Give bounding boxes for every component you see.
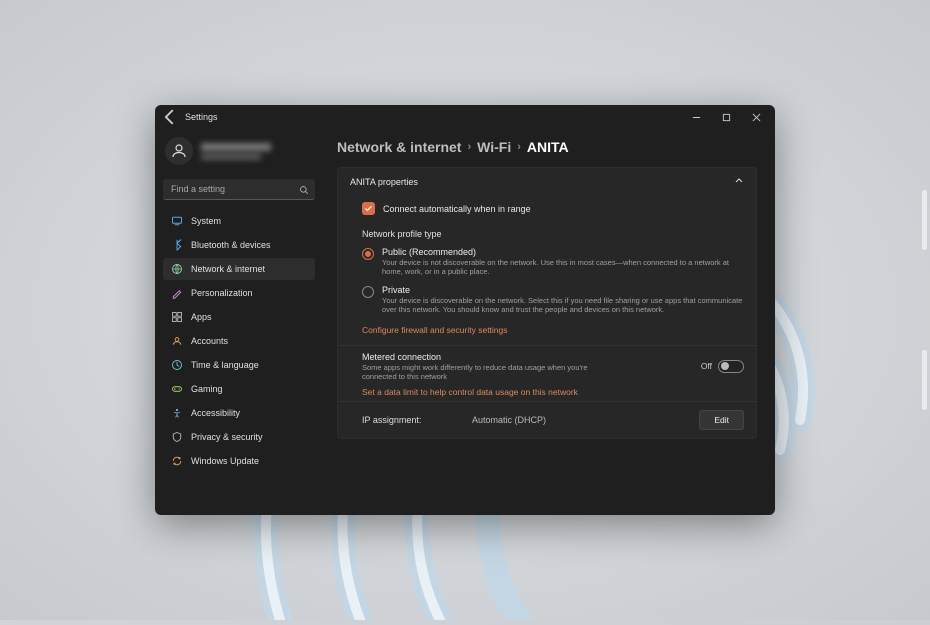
main-content: Network & internet › Wi-Fi › ANITA ANITA… [323, 129, 775, 515]
update-icon [171, 455, 183, 467]
sidebar-item-time-language[interactable]: Time & language [163, 354, 315, 376]
breadcrumb-wifi[interactable]: Wi-Fi [477, 139, 511, 155]
sidebar-item-label: Windows Update [191, 456, 259, 466]
bluetooth-icon [171, 239, 183, 251]
chevron-right-icon: › [517, 141, 521, 153]
page-scrollbar-thumb[interactable] [922, 350, 927, 410]
connect-auto-label: Connect automatically when in range [383, 204, 531, 214]
sidebar-item-apps[interactable]: Apps [163, 306, 315, 328]
search-icon [299, 185, 309, 195]
gaming-icon [171, 383, 183, 395]
sidebar-item-label: Privacy & security [191, 432, 263, 442]
divider [338, 345, 756, 346]
sidebar-item-label: Bluetooth & devices [191, 240, 271, 250]
sidebar-item-network[interactable]: Network & internet [163, 258, 315, 280]
titlebar: Settings [155, 105, 775, 129]
apps-icon [171, 311, 183, 323]
card-title: ANITA properties [350, 177, 418, 187]
accounts-icon [171, 335, 183, 347]
data-limit-link[interactable]: Set a data limit to help control data us… [362, 381, 744, 401]
chevron-right-icon: › [467, 141, 471, 153]
minimize-button[interactable] [681, 105, 711, 129]
search-input[interactable] [163, 179, 315, 200]
ip-assignment-row: IP assignment: Automatic (DHCP) Edit [338, 401, 756, 438]
profile-type-label: Network profile type [362, 225, 744, 245]
avatar-icon [165, 137, 193, 165]
edit-button[interactable]: Edit [699, 410, 744, 430]
sidebar-item-label: System [191, 216, 221, 226]
sidebar-item-label: Network & internet [191, 264, 265, 274]
sidebar-item-privacy[interactable]: Privacy & security [163, 426, 315, 448]
radio-private-title: Private [382, 285, 744, 295]
toggle-off-icon[interactable] [718, 360, 744, 373]
user-account-row[interactable] [163, 135, 315, 173]
sidebar-item-accounts[interactable]: Accounts [163, 330, 315, 352]
network-icon [171, 263, 183, 275]
properties-card: ANITA properties Connect automatically w… [337, 167, 757, 439]
sidebar-item-label: Accounts [191, 336, 228, 346]
system-icon [171, 215, 183, 227]
radio-public-title: Public (Recommended) [382, 247, 744, 257]
user-text-blurred [201, 143, 271, 160]
sidebar: System Bluetooth & devices Network & int… [155, 129, 323, 515]
window-title: Settings [185, 112, 218, 122]
sidebar-item-gaming[interactable]: Gaming [163, 378, 315, 400]
radio-private-row[interactable]: Private Your device is discoverable on t… [362, 283, 744, 321]
radio-selected-icon[interactable] [362, 248, 374, 260]
metered-row: Metered connection Some apps might work … [362, 352, 744, 382]
shield-icon [171, 431, 183, 443]
sidebar-item-bluetooth[interactable]: Bluetooth & devices [163, 234, 315, 256]
maximize-button[interactable] [711, 105, 741, 129]
toggle-state-label: Off [701, 361, 712, 371]
chevron-up-icon [734, 176, 744, 188]
radio-public-row[interactable]: Public (Recommended) Your device is not … [362, 245, 744, 283]
accessibility-icon [171, 407, 183, 419]
search-container [163, 179, 315, 200]
radio-public-desc: Your device is not discoverable on the n… [382, 258, 744, 277]
metered-desc: Some apps might work differently to redu… [362, 363, 622, 382]
sidebar-item-accessibility[interactable]: Accessibility [163, 402, 315, 424]
time-language-icon [171, 359, 183, 371]
sidebar-item-label: Apps [191, 312, 212, 322]
personalization-icon [171, 287, 183, 299]
sidebar-item-label: Personalization [191, 288, 253, 298]
settings-window: Settings [155, 105, 775, 515]
breadcrumb-network[interactable]: Network & internet [337, 139, 461, 155]
firewall-link[interactable]: Configure firewall and security settings [362, 321, 744, 339]
breadcrumb-current: ANITA [527, 139, 569, 155]
ip-label: IP assignment: [362, 415, 472, 425]
sidebar-item-label: Accessibility [191, 408, 240, 418]
sidebar-item-label: Time & language [191, 360, 259, 370]
back-button[interactable] [159, 106, 181, 128]
sidebar-item-windows-update[interactable]: Windows Update [163, 450, 315, 472]
sidebar-item-system[interactable]: System [163, 210, 315, 232]
metered-toggle[interactable]: Off [701, 360, 744, 373]
radio-unselected-icon[interactable] [362, 286, 374, 298]
checkbox-checked-icon[interactable] [362, 202, 375, 215]
connect-auto-row[interactable]: Connect automatically when in range [362, 196, 744, 225]
radio-private-desc: Your device is discoverable on the netwo… [382, 296, 744, 315]
ip-value: Automatic (DHCP) [472, 415, 699, 425]
breadcrumb: Network & internet › Wi-Fi › ANITA [337, 139, 757, 155]
card-header[interactable]: ANITA properties [338, 168, 756, 196]
sidebar-item-label: Gaming [191, 384, 223, 394]
page-scrollbar-thumb[interactable] [922, 190, 927, 250]
sidebar-item-personalization[interactable]: Personalization [163, 282, 315, 304]
metered-title: Metered connection [362, 352, 622, 362]
close-button[interactable] [741, 105, 771, 129]
